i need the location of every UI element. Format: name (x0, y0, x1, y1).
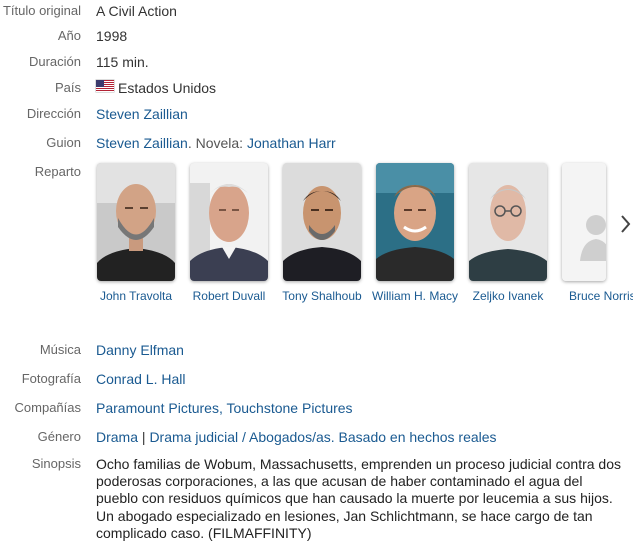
link-novelista[interactable]: Jonathan Harr (247, 135, 336, 151)
label-anio: Año (57, 28, 81, 43)
movie-info-sheet: Título original A Civil Action Año 1998 … (0, 0, 633, 542)
value-guion: Steven Zaillian. Novela: Jonathan Harr (96, 135, 336, 152)
synopsis-text: Ocho familias de Wobum, Massachusetts, e… (96, 456, 622, 541)
cast-photo-1[interactable] (97, 163, 175, 281)
value-duracion: 115 min. (96, 54, 149, 70)
value-anio: 1998 (96, 28, 128, 44)
label-guion: Guion (46, 135, 81, 150)
link-guionista[interactable]: Steven Zaillian (96, 135, 188, 151)
cast-name-5[interactable]: Zeljko Ivanek (462, 288, 554, 304)
genero-separator: | (138, 429, 150, 445)
cast-photo-3[interactable] (283, 163, 361, 281)
link-subgenero[interactable]: Drama judicial / Abogados/as. Basado en … (149, 429, 496, 445)
cast-photo-6[interactable] (562, 163, 606, 281)
label-duracion: Duración (28, 54, 81, 69)
value-companias: Paramount Pictures, Touchstone Pictures (96, 400, 353, 417)
label-sinopsis: Sinopsis (31, 456, 81, 471)
link-musica[interactable]: Danny Elfman (96, 342, 184, 359)
label-direccion: Dirección (26, 106, 81, 121)
cast-photo-5[interactable] (469, 163, 547, 281)
link-director[interactable]: Steven Zaillian (96, 106, 188, 123)
guion-novela-text: . Novela: (187, 135, 247, 151)
label-titulo-original: Título original (2, 3, 81, 18)
link-compania-2[interactable]: Touchstone Pictures (226, 400, 352, 416)
cast-name-6[interactable]: Bruce Norris (562, 288, 633, 304)
cast-name-4[interactable]: William H. Macy (369, 288, 461, 304)
value-pais: Estados Unidos (118, 80, 217, 96)
cast-name-2[interactable]: Robert Duvall (183, 288, 275, 304)
value-titulo-original: A Civil Action (96, 3, 177, 19)
label-companias: Compañías (14, 400, 81, 415)
value-genero: Drama | Drama judicial / Abogados/as. Ba… (96, 429, 497, 446)
cast-photo-2[interactable] (190, 163, 268, 281)
label-fotografia: Fotografía (21, 371, 81, 386)
cast-name-1[interactable]: John Travolta (90, 288, 182, 304)
link-fotografia[interactable]: Conrad L. Hall (96, 371, 186, 388)
label-musica: Música (39, 342, 81, 357)
cast-photo-4[interactable] (376, 163, 454, 281)
link-compania-1[interactable]: Paramount Pictures (96, 400, 219, 416)
cast-name-3[interactable]: Tony Shalhoub (276, 288, 368, 304)
label-reparto: Reparto (34, 164, 81, 179)
label-genero: Género (37, 429, 81, 444)
chevron-right-icon[interactable] (618, 212, 632, 236)
us-flag-icon (96, 80, 114, 92)
link-genero[interactable]: Drama (96, 429, 138, 445)
label-pais: País (54, 80, 81, 95)
